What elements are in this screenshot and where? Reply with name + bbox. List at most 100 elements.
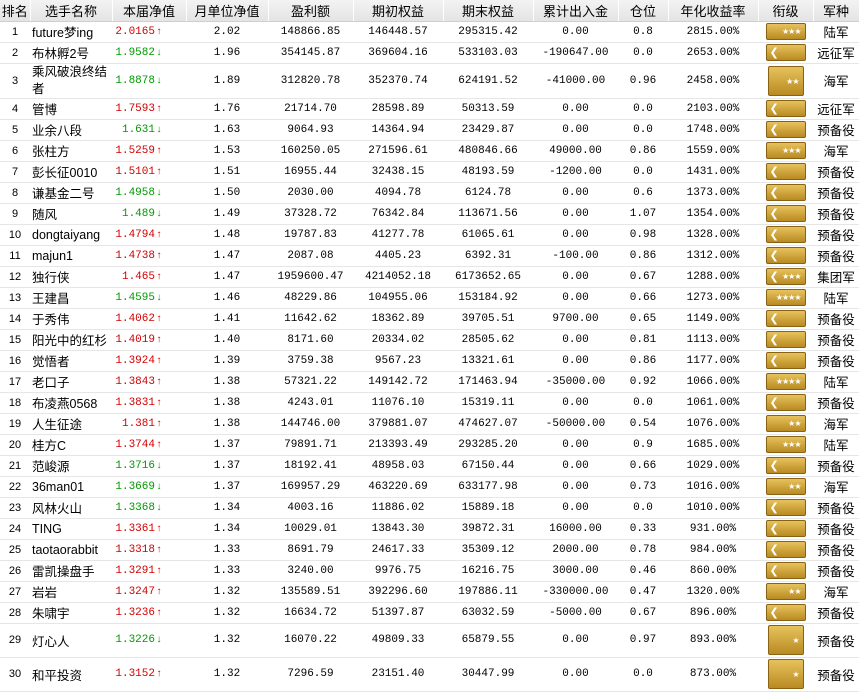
rank-cell: 12 [0,266,30,288]
header-position[interactable]: 仓位 [618,0,669,22]
rank-badge-cell: ★★ [758,581,813,603]
rank-badge-icon: ★★★★ [765,373,806,390]
unit-nav-cell: 1.38 [186,371,268,393]
header-annual-return[interactable]: 年化收益率 [668,0,759,22]
nav-value: 1.3843 [115,375,155,388]
position-cell: 0.78 [618,539,668,561]
position-cell: 0.0 [618,98,668,120]
profit-cell: 3759.38 [268,350,353,372]
player-name[interactable]: 于秀伟 [30,308,112,330]
player-name[interactable]: 岩岩 [30,581,112,603]
player-name[interactable]: future梦ing [30,21,112,43]
begin-equity-cell: 13843.30 [353,518,443,540]
player-name[interactable]: 和平投资 [30,657,112,692]
nav-cell: 1.3843↑ [112,371,186,393]
player-name[interactable]: 谦基金二号 [30,182,112,204]
player-name[interactable]: 随风 [30,203,112,225]
arm-cell: 海军 [813,140,859,162]
header-cash-flow[interactable]: 累计出入金 [533,0,619,22]
player-name[interactable]: 阳光中的红杉 [30,329,112,351]
player-name[interactable]: 彭长征0010 [30,161,112,183]
player-name[interactable]: 张柱方 [30,140,112,162]
player-name[interactable]: 乘风破浪终结者 [30,63,112,99]
nav-cell: 1.5101↑ [112,161,186,183]
arrow-up-icon: ↑ [155,439,162,451]
end-equity-cell: 295315.42 [443,21,533,43]
player-name[interactable]: 朱啸宇 [30,602,112,624]
player-name[interactable]: 雷凯操盘手 [30,560,112,582]
annual-return-cell: 931.00% [668,518,758,540]
position-cell: 0.98 [618,224,668,246]
table-row: 5 业余八段 1.631↓ 1.63 9064.93 14364.94 23429.87 0.… [0,119,859,141]
table-row: 14 于秀伟 1.4062↑ 1.41 11642.62 18362.89 39705.51… [0,308,859,330]
cash-flow-cell: 9700.00 [533,308,618,330]
rank-badge-icon: ❮ [765,247,806,264]
player-name[interactable]: 风林火山 [30,497,112,519]
nav-value: 1.3716 [115,459,155,472]
player-name[interactable]: 觉悟者 [30,350,112,372]
nav-value: 2.0165 [115,25,155,38]
rank-badge-icon: ★★ [765,478,806,495]
player-name[interactable]: 管博 [30,98,112,120]
table-row: 10 dongtaiyang 1.4794↑ 1.48 19787.83 41277.78… [0,224,859,246]
begin-equity-cell: 23151.40 [353,657,443,692]
player-name[interactable]: 灯心人 [30,623,112,658]
cash-flow-cell: -1200.00 [533,161,618,183]
header-begin-equity[interactable]: 期初权益 [353,0,444,22]
arrow-down-icon: ↓ [155,292,162,304]
arrow-up-icon: ↑ [155,607,162,619]
unit-nav-cell: 1.33 [186,539,268,561]
player-name[interactable]: dongtaiyang [30,224,112,246]
rank-badge-cell: ★★★★ [758,371,813,393]
nav-value: 1.3291 [115,564,155,577]
player-name[interactable]: 范峻源 [30,455,112,477]
table-row: 1 future梦ing 2.0165↑ 2.02 148866.85 146448.57… [0,21,859,43]
header-name[interactable]: 选手名称 [30,0,113,22]
profit-cell: 16634.72 [268,602,353,624]
rank-badge-cell: ❮ [758,182,813,204]
player-name[interactable]: 布凌燕0568 [30,392,112,414]
player-name[interactable]: 36man01 [30,476,112,498]
end-equity-cell: 35309.12 [443,539,533,561]
nav-value: 1.5259 [115,144,155,157]
cash-flow-cell: 0.00 [533,119,618,141]
player-name[interactable]: 布林孵2号 [30,42,112,64]
profit-cell: 79891.71 [268,434,353,456]
header-rank[interactable]: 排名 [0,0,31,22]
position-cell: 0.0 [618,42,668,64]
cash-flow-cell: 0.00 [533,182,618,204]
rank-badge-icon: ❮ [765,562,806,579]
rank-cell: 25 [0,539,30,561]
cash-flow-cell: 0.00 [533,623,618,658]
cash-flow-cell: 0.00 [533,224,618,246]
table-row: 26 雷凯操盘手 1.3291↑ 1.33 3240.00 9976.75 16216.75… [0,560,859,582]
player-name[interactable]: majun1 [30,245,112,267]
unit-nav-cell: 1.40 [186,329,268,351]
player-name[interactable]: TING [30,518,112,540]
arm-cell: 预备役 [813,350,859,372]
header-arm[interactable]: 军种 [813,0,859,22]
player-name[interactable]: taotaorabbit [30,539,112,561]
annual-return-cell: 860.00% [668,560,758,582]
annual-return-cell: 893.00% [668,623,758,658]
player-name[interactable]: 桂方C [30,434,112,456]
header-end-equity[interactable]: 期末权益 [443,0,534,22]
cash-flow-cell: 0.00 [533,476,618,498]
table-header: 排名 选手名称 本届净值 月单位净值 盈利额 期初权益 期末权益 累计出入金 仓… [0,0,859,22]
rank-badge-icon: ❮ [765,121,806,138]
header-rank-badge[interactable]: 衔级 [758,0,814,22]
header-unit-nav[interactable]: 月单位净值 [186,0,269,22]
header-profit[interactable]: 盈利额 [268,0,354,22]
nav-value: 1.3361 [115,522,155,535]
rank-badge-cell: ★★ [758,413,813,435]
player-name[interactable]: 人生征途 [30,413,112,435]
player-name[interactable]: 独行侠 [30,266,112,288]
player-name[interactable]: 业余八段 [30,119,112,141]
player-name[interactable]: 老口子 [30,371,112,393]
table-row: 20 桂方C 1.3744↑ 1.37 79891.71 213393.49 293285.… [0,434,859,456]
unit-nav-cell: 1.37 [186,455,268,477]
annual-return-cell: 1273.00% [668,287,758,309]
profit-cell: 144746.00 [268,413,353,435]
header-nav[interactable]: 本届净值 [112,0,187,22]
player-name[interactable]: 王建昌 [30,287,112,309]
